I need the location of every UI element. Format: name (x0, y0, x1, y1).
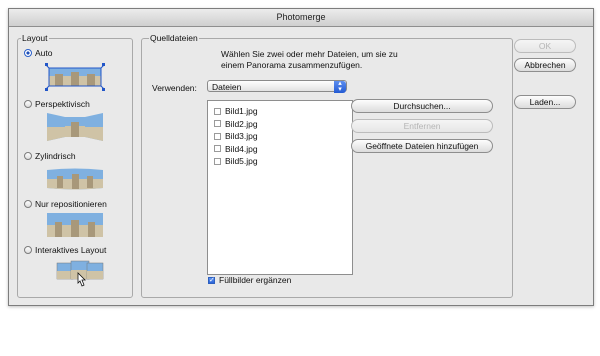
browse-button[interactable]: Durchsuchen... (351, 99, 493, 113)
file-item[interactable]: Bild4.jpg (214, 143, 258, 156)
perspective-panorama-thumbnail (47, 113, 103, 141)
file-list-items: Bild1.jpg Bild2.jpg Bild3.jpg Bild4.jpg … (214, 105, 258, 168)
cancel-button[interactable]: Abbrechen (514, 58, 576, 72)
add-open-files-button[interactable]: Geöffnete Dateien hinzufügen (351, 139, 493, 153)
auto-panorama-thumbnail (44, 63, 106, 91)
use-label: Verwenden: (152, 83, 197, 93)
file-checkbox[interactable] (214, 132, 221, 140)
layout-option-perspective[interactable]: Perspektivisch (24, 99, 90, 109)
load-button[interactable]: Laden... (514, 95, 576, 109)
instructions-line-1: Wählen Sie zwei oder mehr Dateien, um si… (221, 49, 398, 59)
file-item[interactable]: Bild5.jpg (214, 155, 258, 168)
source-files-group-title: Quelldateien (149, 33, 199, 43)
file-name: Bild3.jpg (225, 131, 258, 142)
title-bar: Photomerge (9, 9, 593, 27)
radio-interactive[interactable] (24, 246, 32, 254)
file-name: Bild1.jpg (225, 106, 258, 117)
layout-option-auto[interactable]: Auto (24, 48, 53, 58)
file-list[interactable]: Bild1.jpg Bild2.jpg Bild3.jpg Bild4.jpg … (207, 100, 353, 275)
radio-auto[interactable] (24, 49, 32, 57)
radio-perspective[interactable] (24, 100, 32, 108)
radio-reposition[interactable] (24, 200, 32, 208)
layout-option-perspective-label: Perspektivisch (35, 99, 90, 109)
window-title: Photomerge (276, 12, 326, 22)
remove-button[interactable]: Entfernen (351, 119, 493, 133)
file-name: Bild4.jpg (225, 143, 258, 154)
file-item[interactable]: Bild1.jpg (214, 105, 258, 118)
use-select[interactable]: Dateien ▴ ▾ (207, 80, 347, 93)
photomerge-dialog: Photomerge Layout Auto Perspektivisch Zy… (8, 8, 594, 306)
layout-group-title: Layout (21, 33, 49, 43)
file-name: Bild5.jpg (225, 156, 258, 167)
interactive-preview (55, 259, 105, 289)
file-item[interactable]: Bild3.jpg (214, 130, 258, 143)
cylindrical-preview (47, 167, 103, 191)
instructions-line-2: einem Panorama zusammenzufügen. (221, 60, 363, 70)
layout-option-interactive-label: Interaktives Layout (35, 245, 107, 255)
file-checkbox[interactable] (214, 120, 221, 128)
fill-images-checkbox[interactable]: ✓ (208, 276, 215, 284)
file-name: Bild2.jpg (225, 118, 258, 129)
interactive-panorama-thumbnail (56, 260, 104, 287)
use-select-value: Dateien (212, 82, 242, 92)
layout-option-reposition[interactable]: Nur repositionieren (24, 199, 107, 209)
cylindrical-panorama-thumbnail (47, 168, 103, 190)
select-arrows-icon: ▴ ▾ (334, 80, 346, 93)
layout-option-interactive[interactable]: Interaktives Layout (24, 245, 106, 255)
file-checkbox[interactable] (214, 107, 221, 115)
instructions-text: Wählen Sie zwei oder mehr Dateien, um si… (221, 49, 398, 71)
reposition-preview (47, 213, 103, 237)
layout-option-reposition-label: Nur repositionieren (35, 199, 107, 209)
layout-option-cylindrical-label: Zylindrisch (35, 151, 76, 161)
file-checkbox[interactable] (214, 157, 221, 165)
file-item[interactable]: Bild2.jpg (214, 118, 258, 131)
auto-layout-preview (44, 63, 106, 91)
perspective-preview (47, 113, 103, 141)
reposition-panorama-thumbnail (47, 213, 103, 237)
ok-button[interactable]: OK (514, 39, 576, 53)
layout-option-auto-label: Auto (35, 48, 53, 58)
layout-option-cylindrical[interactable]: Zylindrisch (24, 151, 76, 161)
fill-images-label: Füllbilder ergänzen (219, 275, 292, 285)
radio-cylindrical[interactable] (24, 152, 32, 160)
file-checkbox[interactable] (214, 145, 221, 153)
fill-images-option[interactable]: ✓ Füllbilder ergänzen (208, 275, 291, 285)
